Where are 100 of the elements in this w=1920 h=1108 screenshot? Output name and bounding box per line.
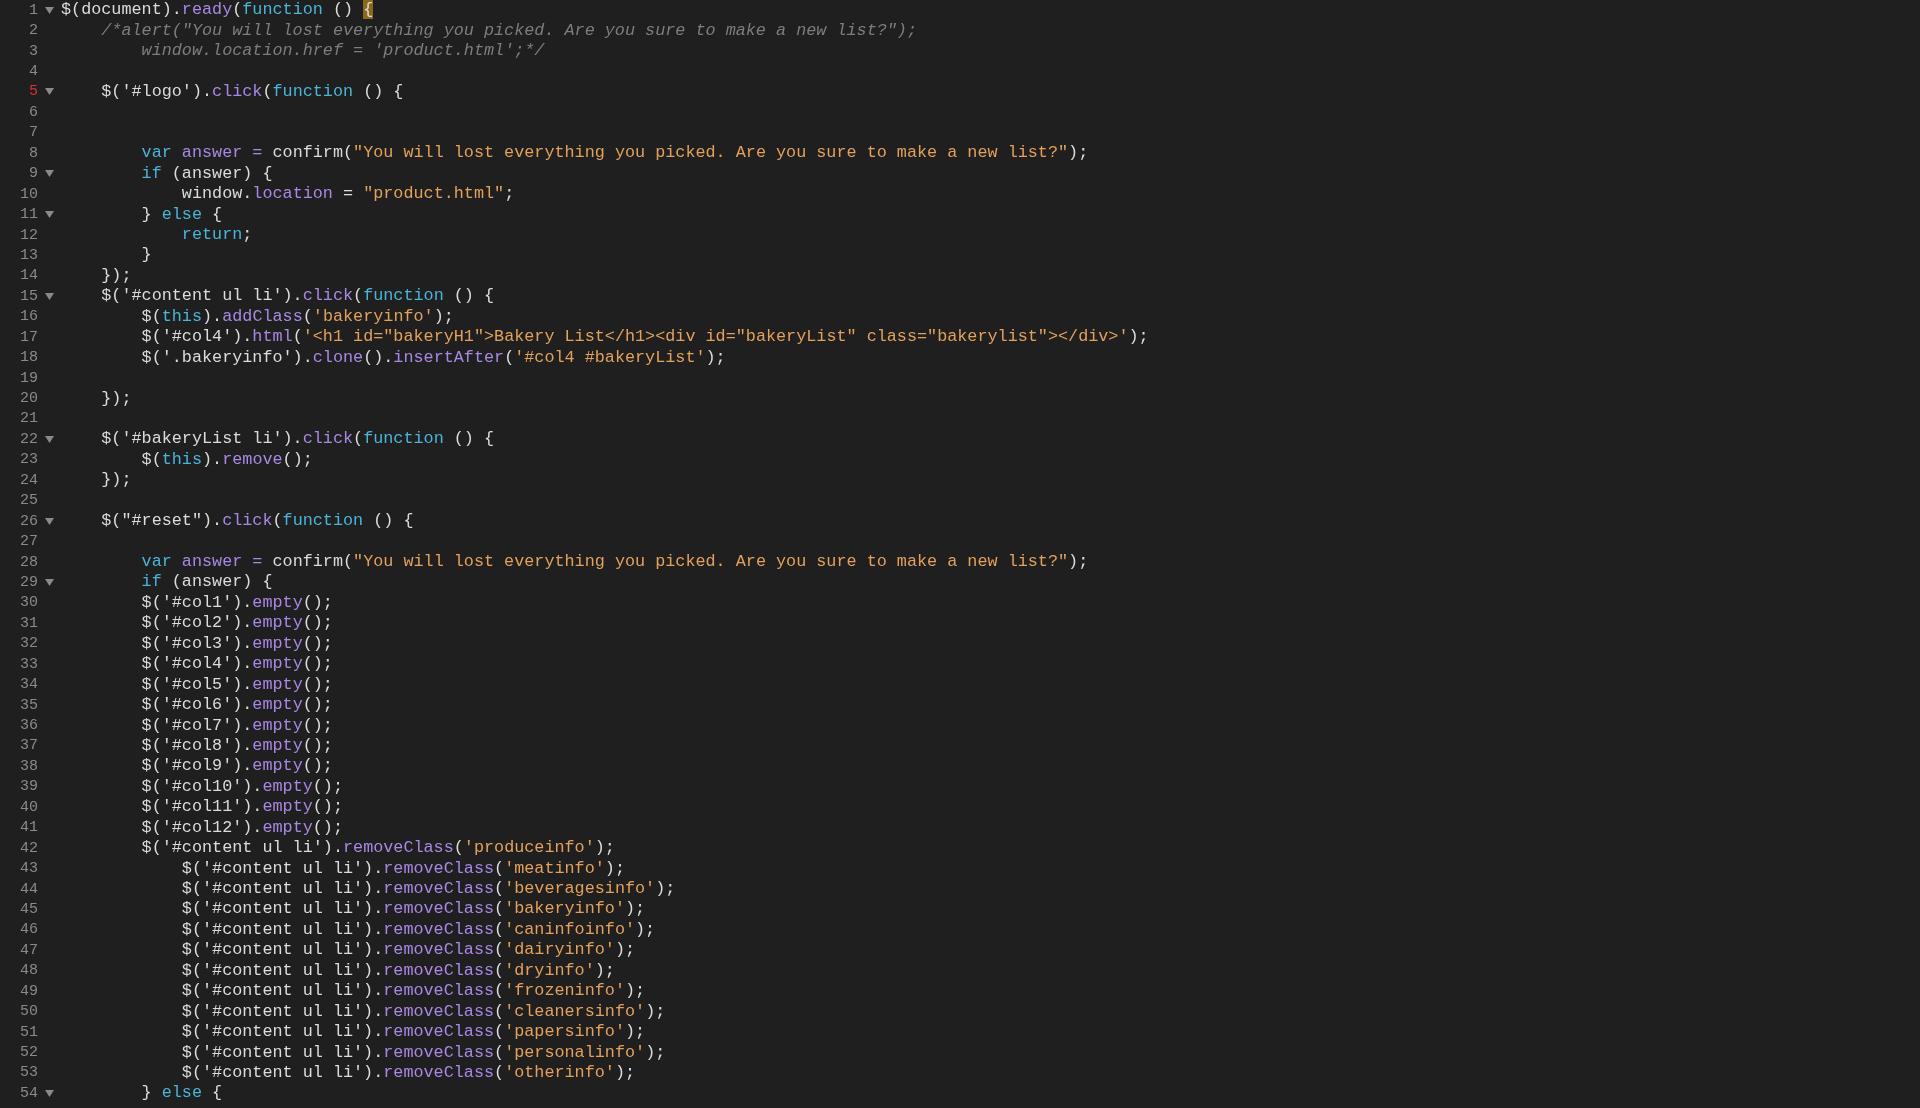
line-number: 40	[19, 798, 38, 816]
code-line: $('#content ul li').removeClass('caninfoinfo');	[180, 919, 656, 940]
line-number: 9	[28, 165, 38, 183]
code-line: $('#content ul li').removeClass('produceinfo');	[140, 838, 615, 859]
code-line: $('#content ul li').removeClass('beveragesinfo');	[180, 879, 676, 900]
line-number: 24	[19, 471, 38, 489]
line-number: 49	[19, 982, 38, 1000]
code-line: /*alert("You will lost everything you picked. Are you sure to make a new list?");	[100, 20, 917, 41]
code-line: $(this).addClass('bakeryinfo');	[140, 306, 454, 327]
line-number: 12	[19, 226, 38, 244]
code-line: $('#content ul li').removeClass('papersinfo');	[180, 1022, 646, 1043]
line-number: 37	[19, 737, 38, 755]
line-number: 26	[19, 512, 38, 530]
line-number: 1	[28, 1, 38, 19]
code-line: $('.bakeryinfo').clone().insertAfter('#col4 #bakeryList');	[140, 347, 726, 368]
code-line: });	[100, 265, 132, 286]
code-line: $('#col12').empty();	[140, 817, 343, 838]
line-number: 38	[19, 757, 38, 775]
line-number: 31	[19, 614, 38, 632]
line-number: 48	[19, 962, 38, 980]
line-number: 42	[19, 839, 38, 857]
code-line: }	[140, 245, 152, 266]
code-line: $("#reset").click(function () {	[100, 511, 414, 532]
code-line: return;	[180, 225, 253, 246]
line-number: 39	[19, 778, 38, 796]
code-line: $('#col7').empty();	[140, 715, 333, 736]
line-number: 28	[19, 553, 38, 571]
line-number: 17	[19, 328, 38, 346]
line-number: 11	[19, 206, 38, 224]
code-line: window.location.href = 'product.html';*/	[140, 41, 545, 62]
code-line: $('#content ul li').removeClass('otherinfo');	[180, 1062, 636, 1083]
line-number: 30	[19, 594, 38, 612]
code-line: $('#content ul li').removeClass('frozeninfo');	[180, 981, 646, 1002]
code-line: $('#col8').empty();	[140, 735, 333, 756]
line-number: 29	[19, 573, 38, 591]
line-number: 21	[19, 410, 38, 428]
fold-arrow-icon[interactable]	[45, 517, 54, 525]
line-number: 4	[28, 63, 38, 81]
code-line: $('#col10').empty();	[140, 776, 343, 797]
fold-arrow-icon[interactable]	[45, 6, 54, 14]
code-line: $('#bakeryList li').click(function () {	[100, 429, 495, 450]
code-line: window.location = "product.html";	[180, 184, 515, 205]
line-number: 6	[28, 103, 38, 121]
line-number: 43	[19, 860, 38, 878]
code-line: $('#content ul li').click(function () {	[100, 286, 495, 307]
code-line: });	[100, 470, 132, 491]
fold-arrow-icon[interactable]	[45, 292, 54, 300]
code-line: $(document).ready(function () {	[61, 0, 374, 21]
line-number: 34	[19, 676, 38, 694]
line-number: 18	[19, 349, 38, 367]
code-line: $('#content ul li').removeClass('personalinfo');	[180, 1042, 666, 1063]
line-number: 54	[19, 1084, 38, 1102]
line-number: 10	[19, 185, 38, 203]
code-line: $('#col2').empty();	[140, 613, 333, 634]
line-number: 20	[19, 390, 38, 408]
line-number: 3	[28, 42, 38, 60]
line-number: 52	[19, 1044, 38, 1062]
line-number: 27	[19, 533, 38, 551]
line-number: 35	[19, 696, 38, 714]
line-number: 23	[19, 451, 38, 469]
code-line: $('#content ul li').removeClass('meatinfo');	[180, 858, 625, 879]
code-line: if (answer) {	[140, 572, 273, 593]
code-line: $('#col4').empty();	[140, 654, 333, 675]
line-number: 45	[19, 900, 38, 918]
line-number: 44	[19, 880, 38, 898]
fold-arrow-icon[interactable]	[45, 170, 54, 178]
code-line: $(this).remove();	[140, 449, 313, 470]
line-number: 14	[19, 267, 38, 285]
line-number: 8	[28, 144, 38, 162]
line-number: 19	[19, 369, 38, 387]
fold-arrow-icon[interactable]	[45, 1089, 54, 1097]
fold-arrow-icon[interactable]	[45, 88, 54, 96]
line-number: 15	[19, 287, 38, 305]
line-number: 51	[19, 1023, 38, 1041]
line-number: 16	[19, 308, 38, 326]
code-line: } else {	[140, 204, 223, 225]
line-number: 53	[19, 1064, 38, 1082]
code-line: $('#col11').empty();	[140, 797, 343, 818]
fold-arrow-icon[interactable]	[45, 435, 54, 443]
code-line: $('#content ul li').removeClass('bakeryinfo');	[180, 899, 646, 920]
line-number: 47	[19, 941, 38, 959]
line-number: 13	[19, 246, 38, 264]
code-line: });	[100, 388, 132, 409]
code-line: $('#col5').empty();	[140, 674, 333, 695]
line-number: 25	[19, 492, 38, 510]
code-line: $('#col3').empty();	[140, 633, 333, 654]
code-line: $('#col6').empty();	[140, 695, 333, 716]
line-number: 5	[28, 83, 38, 101]
code-line: if (answer) {	[140, 163, 273, 184]
fold-arrow-icon[interactable]	[45, 211, 54, 219]
line-number: 50	[19, 1003, 38, 1021]
line-number: 41	[19, 819, 38, 837]
line-number: 7	[28, 124, 38, 142]
code-line: $('#col4').html('<h1 id="bakeryH1">Bakery List</h1><div id="bakeryList" class="bakerylist"></div>');	[140, 327, 1149, 348]
code-line: $('#content ul li').removeClass('dairyinfo');	[180, 940, 636, 961]
code-line: $('#logo').click(function () {	[100, 81, 404, 102]
line-number: 33	[19, 655, 38, 673]
fold-arrow-icon[interactable]	[45, 578, 54, 586]
code-line: } else {	[140, 1083, 223, 1104]
line-number: 32	[19, 635, 38, 653]
